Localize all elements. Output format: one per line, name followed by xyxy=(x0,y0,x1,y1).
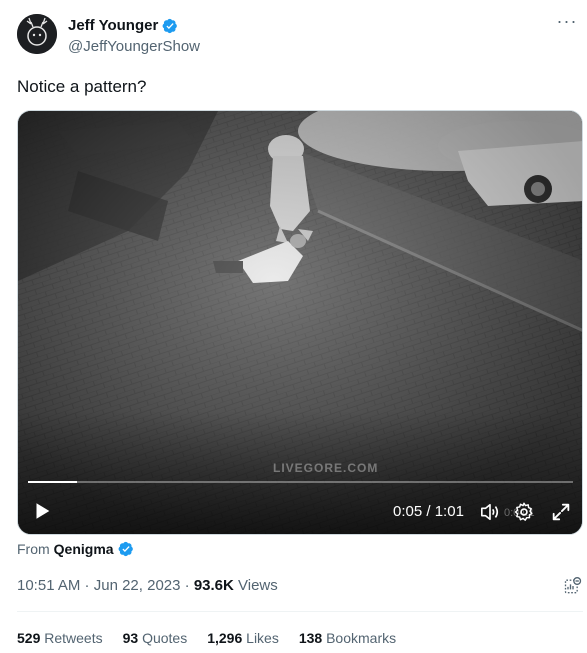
likes-stat[interactable]: 1,296 Likes xyxy=(207,628,279,648)
analytics-icon[interactable] xyxy=(563,576,583,596)
divider xyxy=(17,611,583,612)
views-count: 93.6K xyxy=(193,577,234,594)
meta-separator: · xyxy=(80,577,94,594)
tweet-header: Jeff Younger @JeffYoungerShow ··· xyxy=(17,11,579,58)
author-display-name[interactable]: Jeff Younger xyxy=(68,16,158,36)
quotes-label: Quotes xyxy=(138,630,188,646)
video-time-total: 1:01 xyxy=(434,503,464,520)
media-source: From Qenigma xyxy=(17,540,134,558)
play-icon[interactable] xyxy=(31,500,53,522)
retweets-count: 529 xyxy=(17,630,41,646)
author-names: Jeff Younger @JeffYoungerShow xyxy=(68,16,200,57)
tweet-date[interactable]: Jun 22, 2023 xyxy=(94,577,181,594)
media-source-link[interactable]: Qenigma xyxy=(54,540,114,558)
author-handle[interactable]: @JeffYoungerShow xyxy=(68,37,200,57)
quotes-stat[interactable]: 93 Quotes xyxy=(123,628,188,648)
media-source-prefix: From xyxy=(17,541,50,557)
views-label: Views xyxy=(233,577,278,594)
volume-icon[interactable] xyxy=(479,502,501,522)
tweet-metadata: 10:51 AM · Jun 22, 2023 · 93.6K Views xyxy=(17,576,278,596)
video-time-current: 0:05 xyxy=(393,503,423,520)
verified-badge-icon xyxy=(118,541,133,557)
tweet-text: Notice a pattern? xyxy=(17,77,147,96)
likes-label: Likes xyxy=(242,630,279,646)
author-display-name-row[interactable]: Jeff Younger xyxy=(68,16,200,36)
fullscreen-icon[interactable] xyxy=(550,501,572,523)
bookmarks-count: 138 xyxy=(298,630,323,646)
avatar[interactable] xyxy=(17,14,57,54)
more-horizontal-icon: ··· xyxy=(556,11,578,31)
video-progress-fill xyxy=(28,481,78,483)
settings-gear-icon[interactable] xyxy=(513,501,535,523)
verified-badge-icon xyxy=(162,18,178,34)
video-player[interactable]: LIVEGORE.COM 0:04:1 0:05 / 1:01 xyxy=(17,110,583,535)
retweets-stat[interactable]: 529 Retweets xyxy=(17,628,103,648)
video-watermark: LIVEGORE.COM xyxy=(273,461,379,475)
bookmarks-label: Bookmarks xyxy=(322,630,397,646)
quotes-count: 93 xyxy=(122,630,139,646)
meta-separator: · xyxy=(180,577,194,594)
video-time-separator: / xyxy=(422,503,435,520)
engagement-stats: 529 Retweets 93 Quotes 1,296 Likes 138 B… xyxy=(17,628,396,648)
likes-count: 1,296 xyxy=(207,630,243,646)
video-time: 0:05 / 1:01 xyxy=(393,502,464,522)
video-progress-bar[interactable] xyxy=(28,481,573,483)
more-options-button[interactable]: ··· xyxy=(555,11,579,34)
retweets-label: Retweets xyxy=(40,630,103,646)
bookmarks-stat[interactable]: 138 Bookmarks xyxy=(299,628,396,648)
tweet-time[interactable]: 10:51 AM xyxy=(17,577,80,594)
